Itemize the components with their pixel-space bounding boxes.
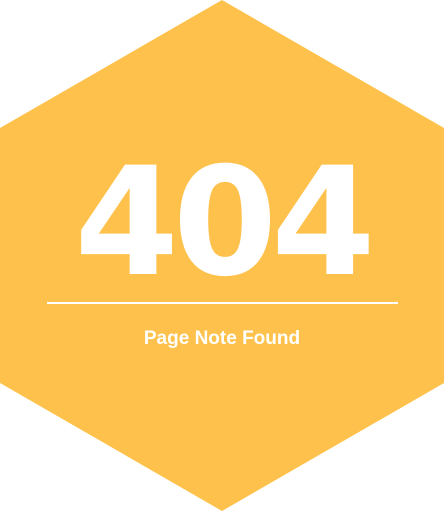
error-page: 404 Page Note Found [0, 0, 444, 511]
error-code: 404 [74, 136, 375, 310]
error-message: Page Note Found [143, 328, 301, 349]
divider-line [47, 302, 398, 304]
